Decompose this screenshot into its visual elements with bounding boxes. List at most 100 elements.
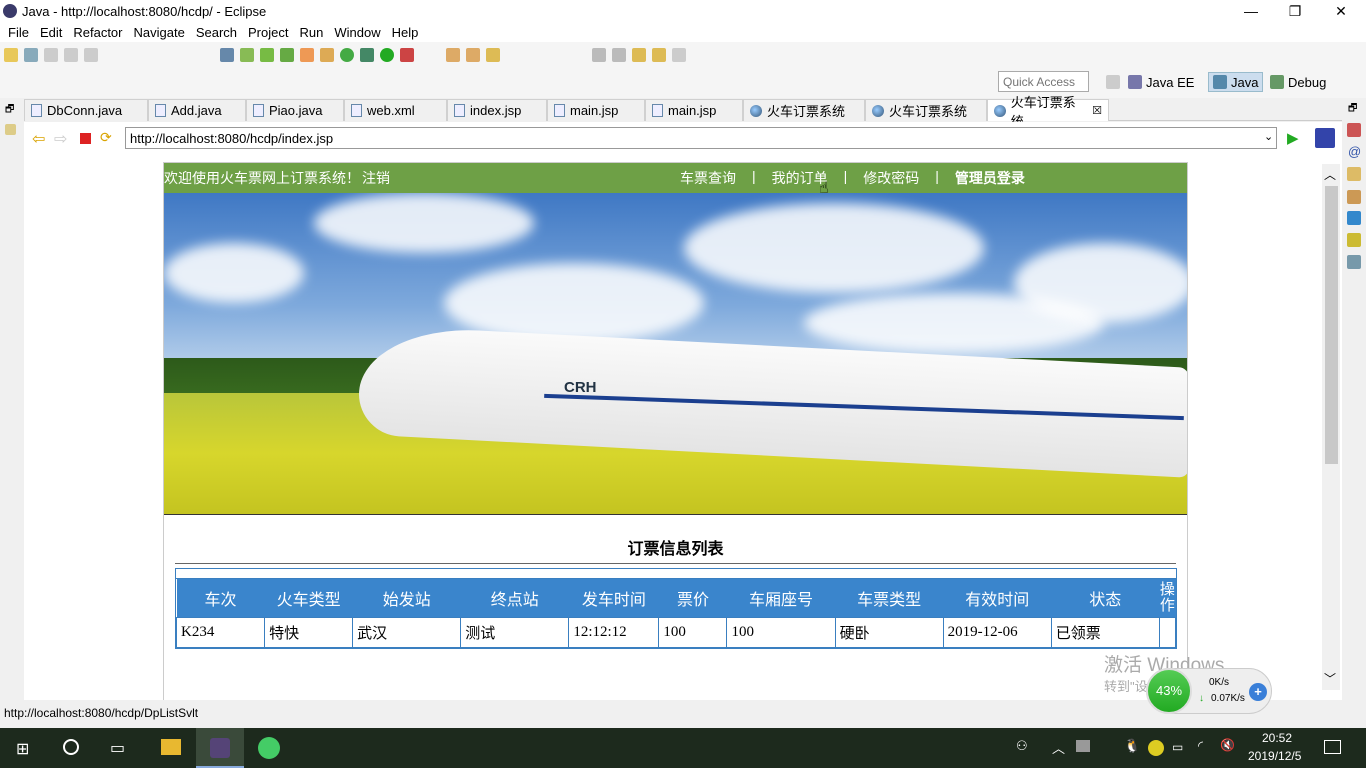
prev-annotation-icon[interactable]: [612, 48, 626, 62]
clock-time[interactable]: 20:52: [1262, 731, 1292, 745]
logout-link[interactable]: 注销: [362, 170, 390, 186]
file-explorer-icon[interactable]: [161, 739, 181, 755]
editor-tab[interactable]: 火车订票系统 ☒: [987, 95, 1109, 129]
perspective-debug[interactable]: Debug: [1266, 72, 1330, 92]
nav-ticket-search[interactable]: 车票查询: [672, 168, 744, 188]
editor-tab[interactable]: Add.java: [148, 99, 246, 121]
back-icon[interactable]: ⇦: [32, 129, 45, 149]
menu-refactor[interactable]: Refactor: [69, 25, 129, 40]
security-app-icon[interactable]: [1148, 740, 1164, 756]
scroll-down-icon[interactable]: ﹀: [1324, 670, 1336, 687]
console-icon[interactable]: [1347, 211, 1361, 225]
checkbox-icon[interactable]: [280, 48, 294, 62]
tab-label: main.jsp: [668, 103, 717, 118]
last-edit-icon[interactable]: [632, 48, 646, 62]
server-icon[interactable]: [260, 48, 274, 62]
url-input[interactable]: http://localhost:8080/hcdp/index.jsp: [125, 127, 1277, 149]
menu-help[interactable]: Help: [388, 25, 426, 40]
perspective-java-ee[interactable]: Java EE: [1124, 72, 1198, 92]
stop-icon[interactable]: [80, 133, 91, 144]
restore-button[interactable]: ❐: [1272, 0, 1318, 22]
servers-icon[interactable]: [1347, 233, 1361, 247]
run-icon[interactable]: [380, 48, 394, 62]
skip-breakpoints-icon[interactable]: [220, 48, 234, 62]
open-icon[interactable]: [24, 48, 38, 62]
eclipse-logo-icon: [3, 4, 17, 18]
scrollbar-thumb[interactable]: [1325, 186, 1338, 464]
boost-plus-icon[interactable]: +: [1249, 683, 1267, 701]
back-icon[interactable]: [652, 48, 666, 62]
editor-tab[interactable]: index.jsp: [447, 99, 547, 121]
menu-edit[interactable]: Edit: [36, 25, 69, 40]
menu-project[interactable]: Project: [244, 25, 295, 40]
menu-bar: File Edit Refactor Navigate Search Proje…: [0, 22, 1366, 42]
editor-tab[interactable]: 火车订票系统: [743, 99, 865, 121]
menu-run[interactable]: Run: [295, 25, 330, 40]
external-tools-icon[interactable]: [400, 48, 414, 62]
notifications-icon[interactable]: [1324, 740, 1341, 754]
nav-change-password[interactable]: 修改密码: [855, 168, 927, 188]
save-icon[interactable]: [44, 48, 58, 62]
tab-label: Piao.java: [269, 103, 323, 118]
problems-icon[interactable]: [1347, 123, 1361, 137]
new-wizard-icon[interactable]: [340, 48, 354, 62]
javadoc-icon[interactable]: @: [1348, 144, 1361, 159]
editor-tab[interactable]: DbConn.java: [24, 99, 148, 121]
print-icon[interactable]: [84, 48, 98, 62]
volume-muted-icon[interactable]: 🔇: [1220, 738, 1235, 752]
restore-view-icon[interactable]: 🗗: [5, 102, 14, 119]
start-icon[interactable]: ⊞: [16, 739, 29, 759]
editor-tab[interactable]: web.xml: [344, 99, 447, 121]
new-class-icon[interactable]: [300, 48, 314, 62]
go-icon[interactable]: ▶: [1287, 129, 1299, 147]
search-icon[interactable]: [63, 739, 79, 755]
forward-icon[interactable]: [672, 48, 686, 62]
refresh-icon[interactable]: ⟳: [100, 129, 112, 146]
column-header: 车厢座号: [726, 579, 836, 617]
open-perspective-icon[interactable]: [1106, 75, 1120, 89]
editor-tab[interactable]: main.jsp: [645, 99, 743, 121]
editor-tab[interactable]: Piao.java: [246, 99, 344, 121]
editor-tab[interactable]: 火车订票系统: [865, 99, 987, 121]
display-icon[interactable]: [1076, 740, 1090, 752]
editor-tab[interactable]: main.jsp: [547, 99, 645, 121]
show-hidden-icons[interactable]: ︿: [1052, 738, 1065, 757]
nav-admin-login[interactable]: 管理员登录: [947, 168, 1033, 188]
declaration-icon[interactable]: [1347, 167, 1361, 181]
deploy-icon[interactable]: [240, 48, 254, 62]
people-icon[interactable]: ⚇: [1016, 738, 1028, 754]
qq-icon[interactable]: 🐧: [1124, 738, 1140, 754]
menu-search[interactable]: Search: [192, 25, 244, 40]
url-dropdown-icon[interactable]: ⌄: [1264, 130, 1273, 143]
battery-icon[interactable]: ▭: [1172, 740, 1183, 754]
restore-view-icon[interactable]: 🗗: [1348, 101, 1357, 118]
perspective-java[interactable]: Java: [1208, 72, 1264, 92]
globe-icon: [750, 104, 762, 117]
data-source-icon[interactable]: [1347, 255, 1361, 269]
menu-window[interactable]: Window: [330, 25, 387, 40]
new-icon[interactable]: [4, 48, 18, 62]
menu-file[interactable]: File: [4, 25, 36, 40]
quick-access-input[interactable]: [998, 71, 1089, 92]
external-browser-icon[interactable]: [1315, 128, 1335, 148]
hierarchy-icon[interactable]: [5, 124, 16, 135]
task-view-icon[interactable]: ▭: [110, 738, 125, 758]
wifi-icon[interactable]: ◜: [1198, 738, 1203, 754]
debug-icon[interactable]: [360, 48, 374, 62]
browser-app-icon[interactable]: [258, 737, 280, 759]
open-folder-icon[interactable]: [466, 48, 480, 62]
open-type-icon[interactable]: [446, 48, 460, 62]
package-icon[interactable]: [320, 48, 334, 62]
menu-navigate[interactable]: Navigate: [130, 25, 192, 40]
scroll-up-icon[interactable]: ︿: [1324, 166, 1336, 183]
close-button[interactable]: ✕: [1318, 0, 1364, 22]
next-annotation-icon[interactable]: [592, 48, 606, 62]
search-view-icon[interactable]: [1347, 190, 1361, 204]
search-icon[interactable]: [486, 48, 500, 62]
close-tab-icon[interactable]: ☒: [1092, 104, 1102, 117]
forward-icon[interactable]: ⇨: [54, 129, 67, 149]
save-all-icon[interactable]: [64, 48, 78, 62]
clock-date[interactable]: 2019/12/5: [1248, 749, 1301, 763]
memory-usage-ball[interactable]: 43%: [1146, 668, 1192, 714]
minimize-button[interactable]: —: [1228, 0, 1274, 22]
